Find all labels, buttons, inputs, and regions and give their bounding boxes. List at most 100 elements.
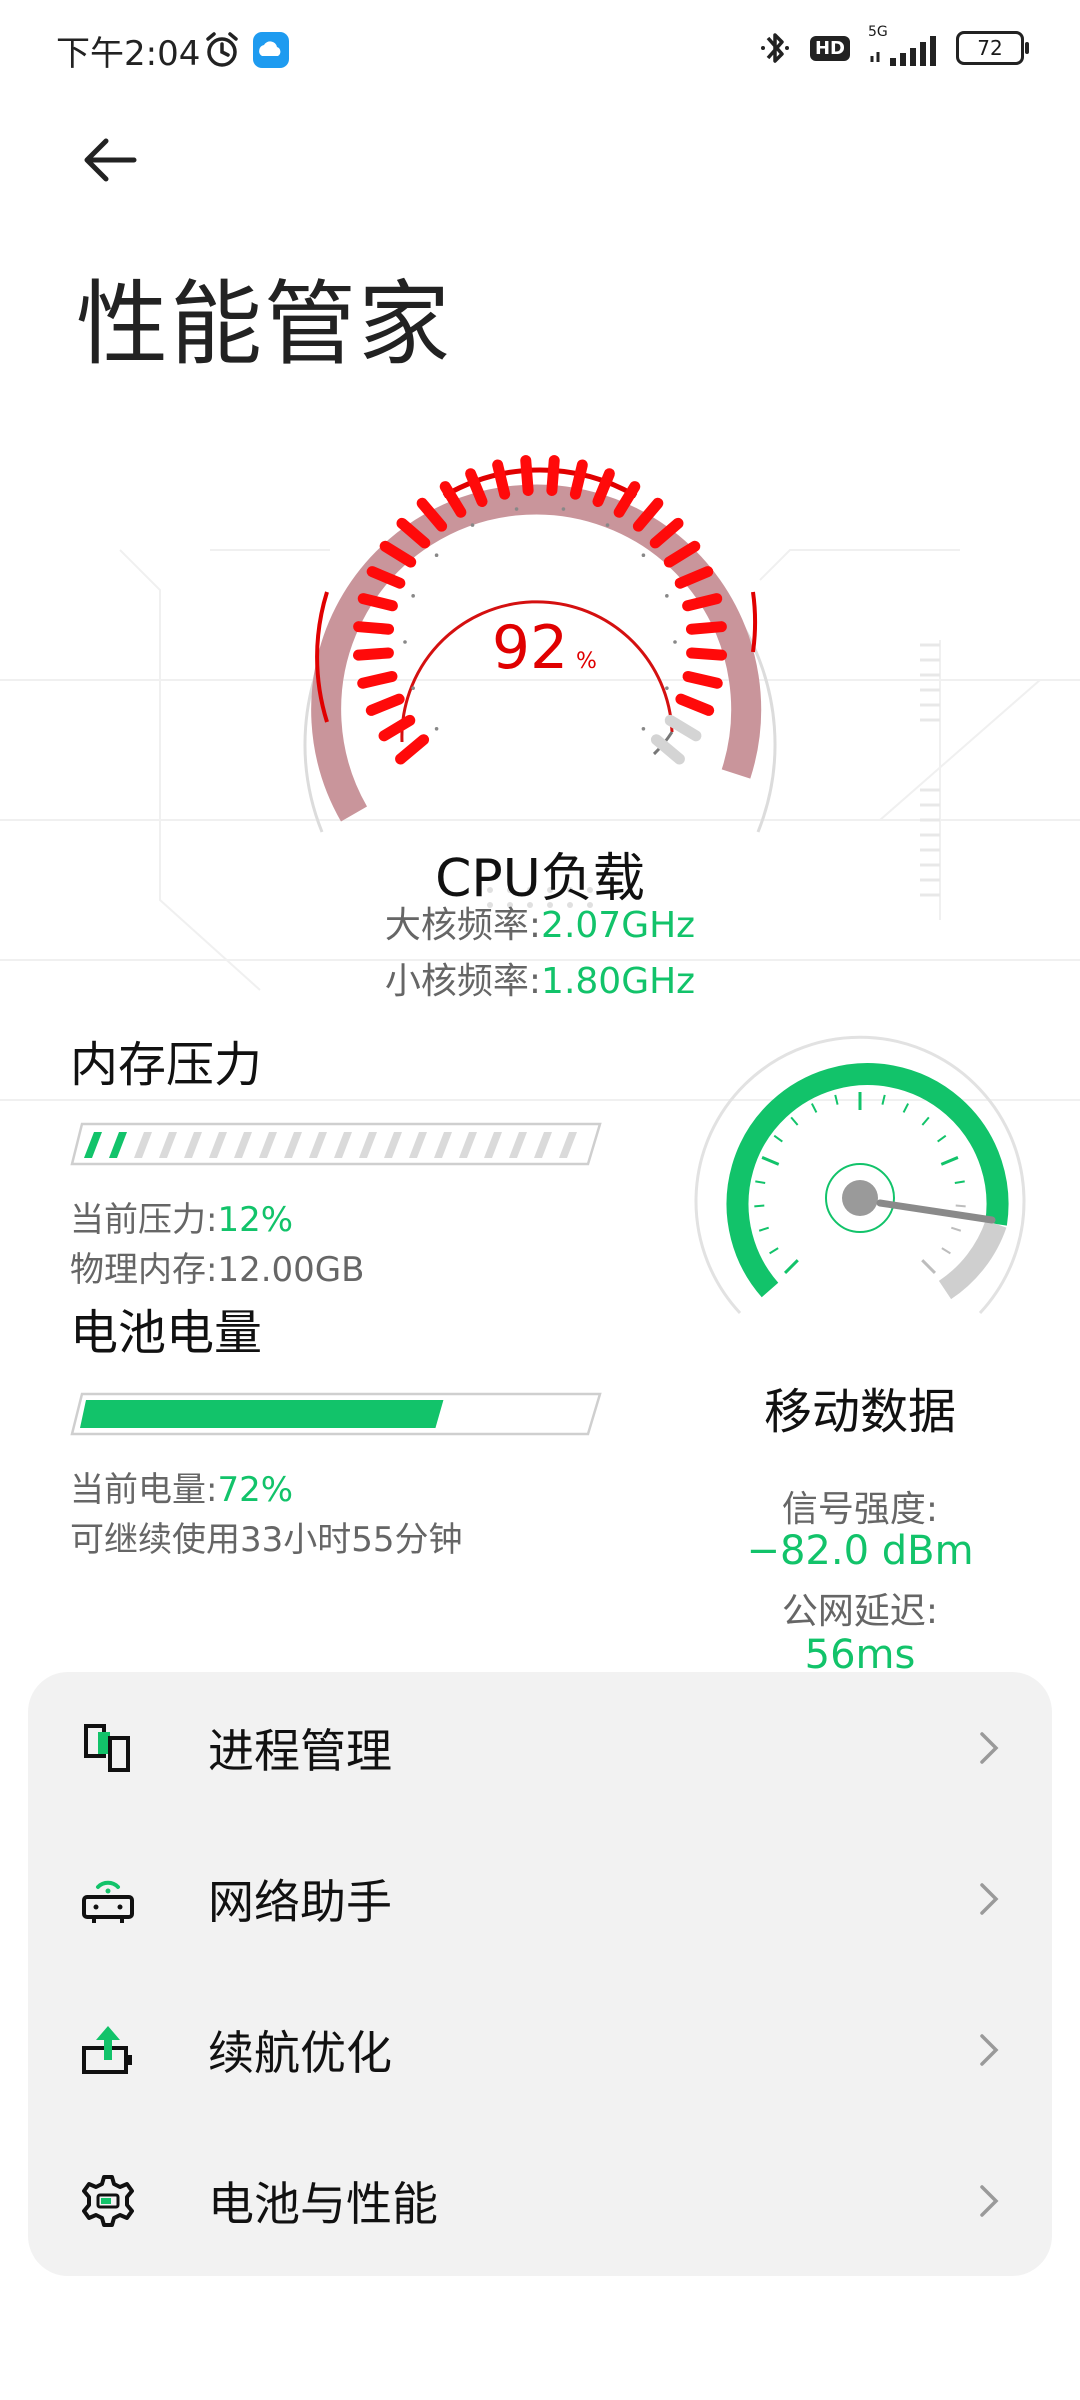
menu-item-battery-performance[interactable]: 电池与性能 (28, 2125, 1052, 2276)
small-core-value: 1.80GHz (541, 961, 696, 1002)
battery-status-level: 72 (977, 36, 1003, 60)
network-gauge-tick (937, 1134, 947, 1143)
cpu-gauge-tick (686, 647, 728, 661)
small-core-label: 小核频率: (384, 961, 542, 1002)
cpu-gauge-tick (353, 621, 395, 635)
cpu-gauge-tick (378, 714, 416, 742)
cpu-gauge-tick (546, 455, 560, 496)
cpu-gauge-dot (403, 640, 407, 644)
physical-memory-value: 12.00GB (217, 1250, 365, 1290)
network-gauge-tick (758, 1226, 770, 1232)
signal-icon: 5G (868, 24, 938, 68)
cpu-gauge-dot (605, 523, 610, 527)
network-gauge-tick (790, 1116, 799, 1126)
status-bar: 下午2:04 HD 5G 72 (0, 0, 1080, 100)
battery-status-icon: 72 (956, 31, 1029, 65)
cpu-gauge-tick (685, 621, 727, 635)
menu-item-process-management[interactable]: 进程管理 (28, 1672, 1052, 1823)
cpu-gauge-tick (664, 714, 702, 742)
big-core-row: 大核频率:2.07GHz (0, 896, 1080, 948)
battery-remaining: 可继续使用33小时55分钟 (70, 1520, 463, 1560)
menu-card: 进程管理 网络助手 续航优化 电池与性能 (28, 1672, 1052, 2276)
cpu-load-value: 92 (492, 613, 568, 683)
network-gauge-tick (761, 1156, 780, 1166)
cpu-gauge-dot (641, 553, 646, 558)
network-gauge-tick (902, 1103, 910, 1113)
process-icon (84, 1723, 130, 1772)
cpu-gauge-dot (665, 594, 669, 598)
memory-pressure-bar (70, 1122, 602, 1166)
menu-label-endurance: 续航优化 (208, 2025, 392, 2080)
network-title: 移动数据 (763, 1384, 956, 1440)
cpu-load-unit: % (576, 649, 597, 674)
memory-pressure-row: 当前压力:12% (70, 1192, 293, 1241)
network-gauge-tick (940, 1156, 959, 1166)
network-gauge-tick (754, 1204, 765, 1208)
big-core-value: 2.07GHz (541, 905, 696, 946)
menu-label-battery-performance: 电池与性能 (208, 2176, 438, 2231)
network-gauge-tick (810, 1103, 818, 1113)
network-gauge-tick (755, 1180, 766, 1184)
battery-level-value: 72% (217, 1470, 294, 1510)
cpu-gauge-tick (675, 693, 715, 716)
menu-item-network-assistant[interactable]: 网络助手 (28, 1823, 1052, 1974)
chevron-right-icon (980, 1882, 999, 1915)
cpu-gauge-tick (365, 693, 405, 716)
network-gauge-tick (955, 1204, 966, 1208)
cpu-gauge-dot (411, 594, 415, 598)
cpu-gauge-tick (492, 459, 511, 500)
cpu-gauge-dot (514, 507, 519, 511)
cpu-gauge-dot (470, 523, 475, 527)
memory-pressure-label: 当前压力: (70, 1200, 218, 1240)
bluetooth-icon (760, 33, 789, 63)
network-gauge-tick (783, 1259, 799, 1275)
chevron-right-icon (980, 2184, 999, 2217)
network-speed-gauge (694, 1035, 1026, 1315)
battery-title: 电池电量 (70, 1305, 263, 1361)
cpu-gauge-dot (665, 686, 669, 690)
battery-boost-icon (82, 2025, 132, 2074)
network-gauge-tick (950, 1226, 962, 1232)
back-button[interactable] (78, 128, 142, 192)
physical-memory-row: 物理内存:12.00GB (70, 1242, 364, 1291)
cpu-gauge-dot (561, 507, 566, 511)
latency-label: 公网延迟: (781, 1591, 939, 1632)
hd-badge: HD (809, 35, 850, 61)
menu-item-endurance-optimization[interactable]: 续航优化 (28, 1974, 1052, 2125)
network-gauge-tick (881, 1094, 886, 1105)
cpu-gauge-dot (411, 686, 415, 690)
cpu-gauge-dot (673, 640, 677, 644)
network-gauge-tick (921, 1116, 930, 1126)
cpu-gauge-tick (569, 459, 588, 500)
signal-value: −82.0 dBm (746, 1528, 974, 1574)
network-gauge-tick (954, 1180, 965, 1184)
cpu-gauge-dot (641, 726, 646, 731)
memory-pressure-value: 12% (217, 1200, 294, 1240)
cpu-gauge-tick (682, 593, 723, 612)
status-icons: HD 5G 72 (758, 24, 1029, 68)
chevron-right-icon (980, 2033, 999, 2066)
memory-title: 内存压力 (70, 1037, 263, 1093)
status-time: 下午2:04 (56, 34, 201, 74)
cpu-load-gauge: 92 % (303, 455, 777, 833)
chevron-right-icon (980, 1731, 999, 1764)
battery-level-row: 当前电量:72% (70, 1462, 293, 1511)
cpu-gauge-tick (357, 593, 398, 612)
gear-battery-icon (82, 2174, 134, 2227)
signal-label: 信号强度: (781, 1489, 939, 1530)
network-gauge-tick (834, 1094, 839, 1105)
router-icon (82, 1880, 134, 1923)
cpu-gauge-tick (352, 647, 394, 661)
physical-memory-label: 物理内存: (70, 1250, 218, 1290)
cpu-gauge-tick (682, 670, 723, 689)
cpu-gauge-tick (650, 734, 685, 765)
network-gauge-tick (769, 1247, 779, 1255)
cpu-gauge-tick (357, 670, 398, 689)
cpu-gauge-tick (395, 734, 430, 765)
battery-level-label: 当前电量: (70, 1470, 218, 1510)
page-title: 性能管家 (76, 271, 453, 378)
small-core-row: 小核频率:1.80GHz (0, 952, 1080, 1004)
cloud-app-icon (253, 32, 289, 68)
battery-level-bar (70, 1392, 602, 1436)
network-gauge-tick (921, 1259, 937, 1275)
